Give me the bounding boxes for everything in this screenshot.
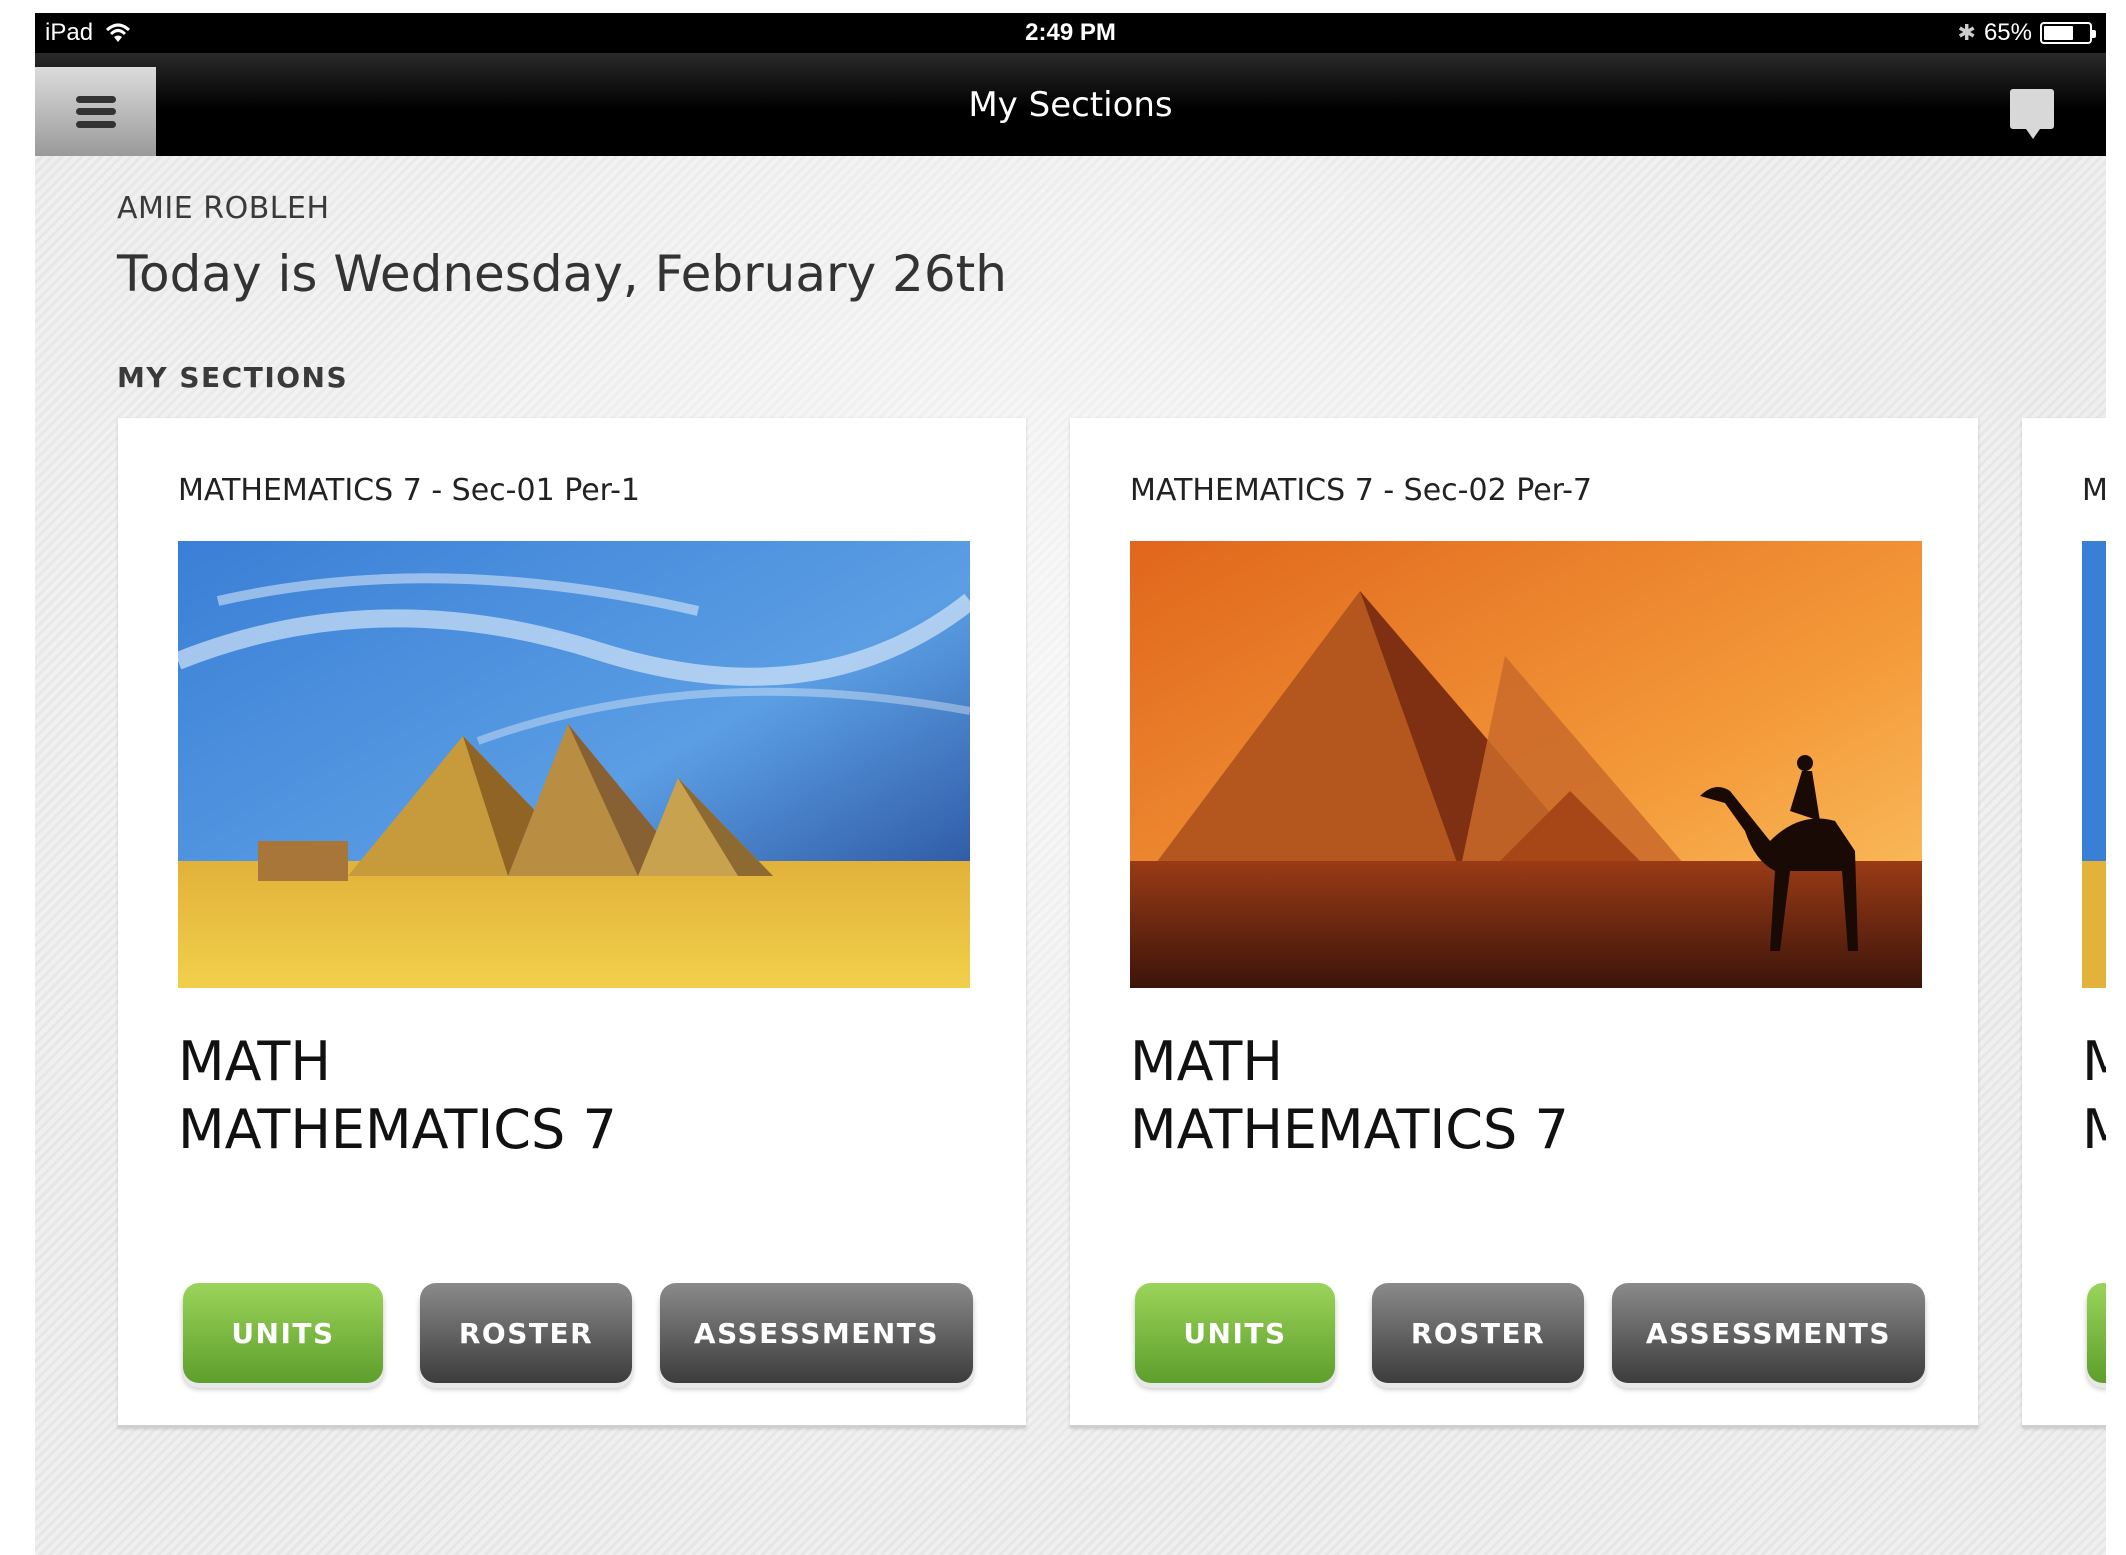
section-card[interactable]: MATHEMATICS 7 - Sec-02 Per-7 MATH MATHEM… bbox=[1070, 418, 1978, 1428]
section-title: MATH MATHEMATICS 7 bbox=[178, 1028, 617, 1164]
section-subject: MATH bbox=[178, 1030, 331, 1093]
chat-icon bbox=[2010, 89, 2054, 139]
assessments-button[interactable]: ASSESSMENTS bbox=[1612, 1283, 1925, 1383]
section-image-pyramids-sunset bbox=[1130, 541, 1922, 988]
section-title: MATH MATHEMATICS 7 bbox=[1130, 1028, 1569, 1164]
units-button[interactable]: UNITS bbox=[1135, 1283, 1335, 1383]
chat-button[interactable] bbox=[2010, 89, 2056, 139]
section-label: MATHEMATICS 7 - Sec-02 Per-7 bbox=[1130, 473, 1593, 508]
nav-title: My Sections bbox=[968, 85, 1173, 125]
section-label: MATHEMATICS 7 - Sec-01 Per-1 bbox=[178, 473, 641, 508]
bluetooth-icon: ✱ bbox=[1957, 20, 1976, 45]
units-button[interactable] bbox=[2087, 1283, 2106, 1383]
user-name: AMIE ROBLEH bbox=[117, 191, 330, 226]
status-bar: iPad 2:49 PM ✱ 65% bbox=[35, 13, 2106, 53]
section-card[interactable]: MATHEMATICS 7 - Sec-01 Per-1 MATH MATHEM… bbox=[118, 418, 1026, 1428]
battery-icon bbox=[2040, 22, 2096, 44]
section-image-pyramids-day bbox=[178, 541, 970, 988]
roster-button[interactable]: ROSTER bbox=[420, 1283, 632, 1383]
section-course: MATHEMATICS 7 bbox=[178, 1098, 617, 1161]
section-label: MA bbox=[2082, 473, 2106, 508]
section-subject: M bbox=[2082, 1030, 2106, 1093]
section-image-pyramids-day bbox=[2082, 541, 2106, 988]
today-date: Today is Wednesday, February 26th bbox=[117, 245, 1007, 303]
section-card[interactable]: MA M M bbox=[2022, 418, 2106, 1428]
section-course: M bbox=[2082, 1098, 2106, 1161]
ipad-screen: iPad 2:49 PM ✱ 65% My Sections AMIE ROBL… bbox=[35, 13, 2106, 1555]
status-time: 2:49 PM bbox=[1025, 19, 1116, 46]
section-subject: MATH bbox=[1130, 1030, 1283, 1093]
section-actions bbox=[2087, 1283, 2106, 1383]
section-title: M M bbox=[2082, 1028, 2106, 1164]
my-sections-heading: MY SECTIONS bbox=[117, 361, 349, 394]
section-course: MATHEMATICS 7 bbox=[1130, 1098, 1569, 1161]
section-actions: UNITS ROSTER ASSESSMENTS bbox=[183, 1283, 1003, 1383]
battery-percent: 65% bbox=[1983, 19, 2032, 46]
section-actions: UNITS ROSTER ASSESSMENTS bbox=[1135, 1283, 1955, 1383]
nav-bar: My Sections bbox=[35, 53, 2106, 156]
assessments-button[interactable]: ASSESSMENTS bbox=[660, 1283, 973, 1383]
units-button[interactable]: UNITS bbox=[183, 1283, 383, 1383]
roster-button[interactable]: ROSTER bbox=[1372, 1283, 1584, 1383]
